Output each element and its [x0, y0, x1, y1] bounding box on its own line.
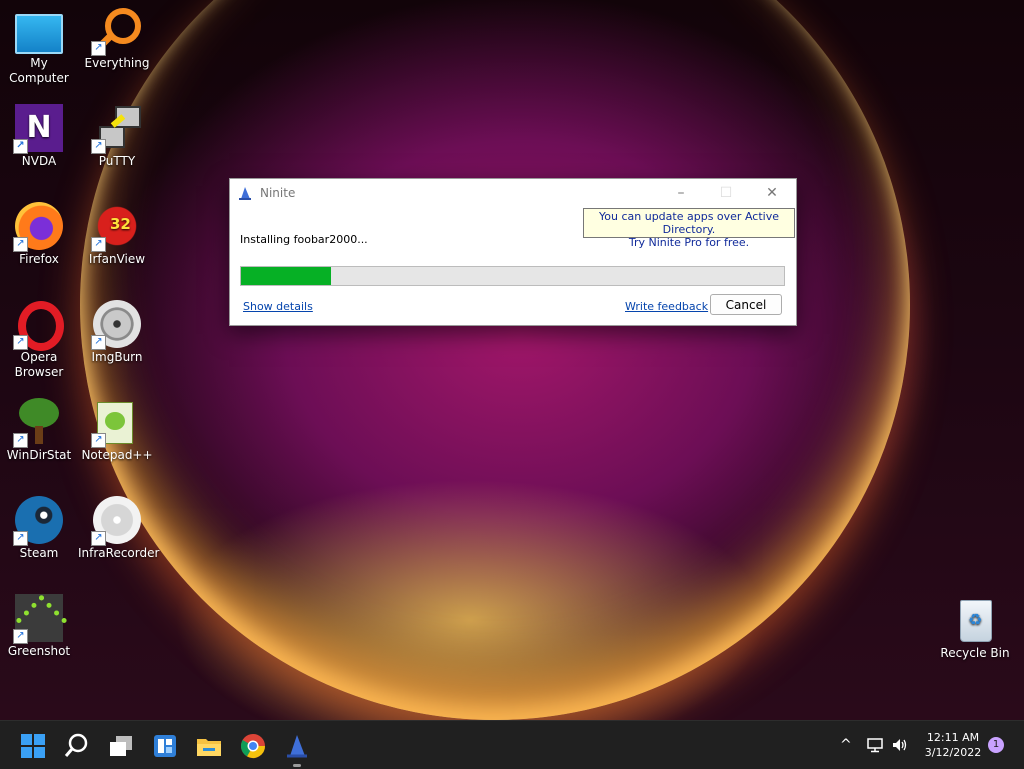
icon-label: Opera Browser	[14, 350, 64, 379]
desktop-icon-notepadplusplus[interactable]: ↗ Notepad++	[78, 398, 156, 463]
desktop-icon-my-computer[interactable]: My Computer	[0, 10, 78, 86]
desktop-icon-putty[interactable]: ↗ PuTTY	[78, 104, 156, 169]
search-icon[interactable]	[63, 732, 91, 760]
disc-icon: ↗	[91, 496, 141, 546]
icon-label: NVDA	[21, 154, 57, 168]
shortcut-arrow-icon: ↗	[91, 139, 106, 154]
greenshot-icon: ↗	[13, 594, 68, 647]
shortcut-arrow-icon: ↗	[91, 531, 106, 546]
dialog-titlebar[interactable]: Ninite – ☐ ✕	[230, 179, 796, 207]
notification-badge[interactable]: 1	[988, 737, 1004, 753]
icon-label: My Computer	[9, 56, 69, 85]
shortcut-arrow-icon: ↗	[91, 335, 106, 350]
shortcut-arrow-icon: ↗	[13, 531, 28, 546]
write-feedback-link[interactable]: Write feedback	[625, 300, 708, 313]
notepad-icon: ↗	[91, 398, 141, 448]
desktop-icon-firefox[interactable]: ↗ Firefox	[0, 202, 78, 267]
irfanview-badge: 32	[110, 215, 131, 233]
minimize-button[interactable]: –	[667, 183, 695, 203]
opera-icon: ↗	[13, 300, 64, 351]
steam-icon: ↗	[13, 496, 63, 546]
icon-label: InfraRecorder	[78, 546, 160, 560]
desktop-icon-nvda[interactable]: N ↗ NVDA	[0, 104, 78, 169]
start-button-windows-icon[interactable]	[19, 732, 47, 760]
icon-label: WinDirStat	[6, 448, 72, 462]
magnifier-icon: ↗	[91, 6, 141, 56]
icon-label: PuTTY	[98, 154, 136, 168]
shortcut-arrow-icon: ↗	[91, 41, 106, 56]
ninite-logo-icon	[239, 187, 251, 200]
firefox-icon: ↗	[13, 202, 63, 252]
monitor-icon	[15, 14, 63, 54]
progress-fill	[241, 267, 331, 285]
install-progress-bar	[240, 266, 785, 286]
irfanview-icon: 32 ↗	[91, 202, 141, 252]
shortcut-arrow-icon: ↗	[13, 433, 28, 448]
shortcut-arrow-icon: ↗	[13, 629, 28, 644]
desktop-icon-irfanview[interactable]: 32 ↗ IrfanView	[78, 202, 156, 267]
show-details-link[interactable]: Show details	[243, 300, 313, 313]
task-view-icon[interactable]	[107, 732, 135, 760]
shortcut-arrow-icon: ↗	[91, 237, 106, 252]
widgets-icon[interactable]	[151, 732, 179, 760]
icon-label: Recycle Bin	[940, 646, 1010, 660]
icon-label: Notepad++	[81, 448, 153, 462]
recycle-bin-icon: ♻	[951, 596, 999, 644]
desktop-icon-imgburn[interactable]: ↗ ImgBurn	[78, 300, 156, 365]
tooltip-line-2: Try Ninite Pro for free.	[628, 236, 750, 249]
taskbar: ^ 12:11 AM 3/12/2022 1	[0, 720, 1024, 769]
desktop-icon-opera[interactable]: ↗ Opera Browser	[0, 300, 78, 380]
clock-date: 3/12/2022	[924, 746, 982, 759]
dialog-title: Ninite	[260, 186, 296, 200]
icon-label: Steam	[19, 546, 59, 560]
chevron-up-icon[interactable]: ^	[840, 737, 852, 753]
taskbar-clock[interactable]: 12:11 AM 3/12/2022	[918, 730, 988, 760]
volume-icon[interactable]	[891, 737, 909, 753]
desktop-icon-greenshot[interactable]: ↗ Greenshot	[0, 594, 78, 659]
shortcut-arrow-icon: ↗	[13, 335, 28, 350]
tree-icon: ↗	[13, 398, 63, 448]
install-status: Installing foobar2000...	[240, 233, 368, 246]
tooltip-line-1: You can update apps over Active Director…	[599, 210, 779, 236]
shortcut-arrow-icon: ↗	[13, 139, 28, 154]
ninite-dialog: Ninite – ☐ ✕ You can update apps over Ac…	[229, 178, 797, 326]
cancel-button[interactable]: Cancel	[710, 294, 782, 315]
desktop-icon-steam[interactable]: ↗ Steam	[0, 496, 78, 561]
icon-label: ImgBurn	[91, 350, 143, 364]
ninite-taskbar-icon[interactable]	[283, 732, 311, 760]
desktop-icon-windirstat[interactable]: ↗ WinDirStat	[0, 398, 78, 463]
network-icon[interactable]	[866, 737, 884, 753]
active-app-indicator	[293, 764, 301, 767]
chrome-icon[interactable]	[239, 732, 267, 760]
file-explorer-icon[interactable]	[195, 732, 223, 760]
clock-time: 12:11 AM	[926, 731, 980, 744]
desktop-icon-recycle-bin[interactable]: ♻ Recycle Bin	[936, 596, 1014, 661]
putty-icon: ↗	[91, 104, 141, 154]
maximize-button[interactable]: ☐	[712, 183, 740, 203]
icon-label: Firefox	[19, 252, 59, 266]
icon-label: Everything	[84, 56, 150, 70]
icon-label: IrfanView	[88, 252, 146, 266]
desktop-icon-infrarecorder[interactable]: ↗ InfraRecorder	[78, 496, 160, 561]
shortcut-arrow-icon: ↗	[13, 237, 28, 252]
wallpaper-glow-arc	[80, 0, 910, 720]
desktop-icon-everything[interactable]: ↗ Everything	[78, 6, 156, 71]
nvda-icon: N ↗	[13, 104, 63, 154]
ninite-pro-tooltip[interactable]: You can update apps over Active Director…	[583, 208, 795, 249]
icon-label: Greenshot	[7, 644, 71, 658]
shortcut-arrow-icon: ↗	[91, 433, 106, 448]
disc-flame-icon: ↗	[91, 300, 141, 350]
close-button[interactable]: ✕	[758, 183, 786, 203]
